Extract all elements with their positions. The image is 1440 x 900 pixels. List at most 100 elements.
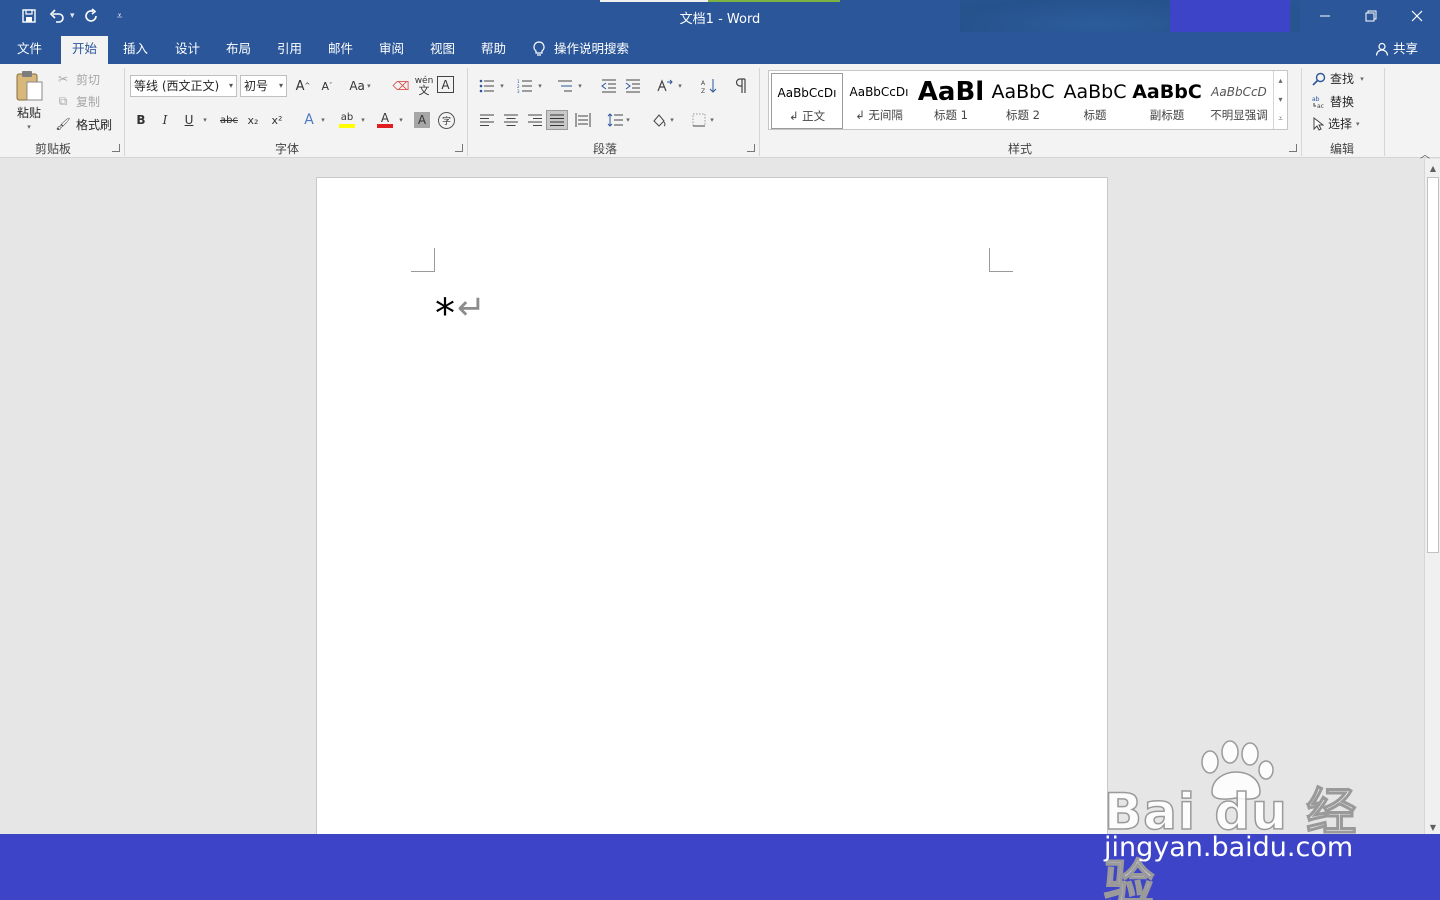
align-right-icon[interactable]: [524, 110, 546, 130]
style-title[interactable]: AaBbC 标题: [1059, 73, 1131, 129]
strikethrough-button[interactable]: abc: [218, 110, 240, 130]
cut-button[interactable]: ✂ 剪切: [54, 70, 100, 88]
tab-review[interactable]: 审阅: [368, 36, 415, 64]
multilevel-list-icon[interactable]: [554, 76, 576, 96]
tab-layout[interactable]: 布局: [215, 36, 262, 64]
align-left-icon[interactable]: [476, 110, 498, 130]
numbering-icon[interactable]: 123: [514, 76, 536, 96]
format-painter-button[interactable]: 🖌 格式刷: [54, 115, 112, 133]
styles-scroll: ▴ ▾ ⩡: [1273, 71, 1287, 129]
replace-button[interactable]: ab ac 替换: [1312, 93, 1354, 110]
clipboard-launcher-icon[interactable]: [112, 144, 120, 152]
find-dropdown-icon[interactable]: ▾: [1358, 75, 1364, 83]
share-button[interactable]: 共享: [1375, 36, 1418, 61]
distributed-icon[interactable]: [572, 110, 594, 130]
chevron-down-icon: ▾: [278, 81, 283, 90]
tab-mailings[interactable]: 邮件: [317, 36, 364, 64]
decrease-indent-icon[interactable]: [598, 76, 620, 96]
paragraph-mark-icon: ↵: [457, 288, 486, 328]
divider: [1384, 68, 1385, 156]
scroll-up-icon[interactable]: ▴: [1278, 76, 1282, 85]
minimize-button[interactable]: [1302, 0, 1348, 32]
paste-dropdown-icon[interactable]: ▾: [27, 123, 31, 131]
show-marks-icon[interactable]: [730, 76, 752, 96]
sort-icon[interactable]: AZ: [698, 76, 720, 96]
replace-icon: abac: [1312, 96, 1324, 109]
tab-references[interactable]: 引用: [266, 36, 313, 64]
change-case-button[interactable]: Aa ▾: [344, 76, 376, 96]
font-color-button[interactable]: A: [374, 110, 396, 130]
tab-help[interactable]: 帮助: [470, 36, 517, 64]
paragraph-launcher-icon[interactable]: [747, 144, 755, 152]
align-center-icon[interactable]: [500, 110, 522, 130]
justify-icon[interactable]: [546, 110, 568, 130]
shrink-font-button[interactable]: Aˇ: [316, 76, 338, 96]
style-subtitle[interactable]: AaBbC 副标题: [1131, 73, 1203, 129]
tell-me-search[interactable]: 操作说明搜索: [532, 36, 629, 61]
scroll-up-arrow-icon[interactable]: ▲: [1426, 161, 1440, 175]
superscript-button[interactable]: x²: [266, 110, 288, 130]
style-subtle-emphasis[interactable]: AaBbCcD 不明显强调: [1203, 73, 1275, 129]
chinese-layout-icon[interactable]: [654, 76, 676, 96]
subscript-button[interactable]: x₂: [242, 110, 264, 130]
text-effects-dropdown-icon[interactable]: ▾: [316, 110, 330, 130]
scroll-down-icon[interactable]: ▾: [1278, 95, 1282, 104]
paste-label: 粘贴: [16, 106, 41, 120]
bold-button[interactable]: B: [130, 110, 152, 130]
highlight-dropdown-icon[interactable]: ▾: [356, 110, 370, 130]
document-page[interactable]: * ↵: [316, 177, 1108, 857]
tab-design[interactable]: 设计: [164, 36, 211, 64]
clear-formatting-icon[interactable]: ⌫: [390, 76, 412, 96]
enclose-characters-button[interactable]: 字: [438, 112, 455, 129]
font-color-dropdown-icon[interactable]: ▾: [394, 110, 408, 130]
copy-button[interactable]: ⧉ 复制: [54, 92, 100, 110]
style-heading-2[interactable]: AaBbC 标题 2: [987, 73, 1059, 129]
multilevel-dropdown-icon[interactable]: ▾: [574, 76, 586, 96]
more-styles-icon[interactable]: ⩡: [1278, 114, 1283, 124]
select-dropdown-icon[interactable]: ▾: [1356, 120, 1360, 128]
bullets-icon[interactable]: [476, 76, 498, 96]
shading-dropdown-icon[interactable]: ▾: [666, 110, 678, 130]
italic-button[interactable]: I: [154, 110, 176, 130]
styles-launcher-icon[interactable]: [1289, 144, 1297, 152]
increase-indent-icon[interactable]: [622, 76, 644, 96]
scroll-down-arrow-icon[interactable]: ▼: [1426, 820, 1440, 834]
select-button[interactable]: 选择 ▾: [1312, 115, 1360, 132]
tab-view[interactable]: 视图: [419, 36, 466, 64]
phonetic-guide-button[interactable]: wén 文: [413, 76, 435, 97]
tab-file[interactable]: 文件: [6, 36, 53, 64]
search-icon: [1312, 72, 1326, 86]
tell-me-label: 操作说明搜索: [554, 41, 630, 56]
paste-button[interactable]: 粘贴 ▾: [14, 70, 44, 131]
numbering-dropdown-icon[interactable]: ▾: [534, 76, 546, 96]
character-border-button[interactable]: A: [437, 76, 454, 93]
underline-dropdown-icon[interactable]: ▾: [198, 110, 212, 130]
font-launcher-icon[interactable]: [455, 144, 463, 152]
highlight-swatch: [339, 124, 355, 128]
clipboard-icon: [16, 71, 43, 101]
font-name-select[interactable]: 等线 (西文正文) ▾: [130, 75, 237, 97]
font-size-select[interactable]: 初号 ▾: [240, 75, 287, 97]
document-body-text[interactable]: * ↵: [435, 288, 486, 338]
close-button[interactable]: [1394, 0, 1440, 32]
borders-dropdown-icon[interactable]: ▾: [706, 110, 718, 130]
vertical-scrollbar[interactable]: ▲ ▼: [1424, 159, 1440, 834]
scroll-thumb[interactable]: [1427, 177, 1439, 553]
style-no-spacing[interactable]: AaBbCcDı ↲ 无间隔: [843, 73, 915, 129]
svg-text:ac: ac: [1317, 103, 1324, 109]
underline-button[interactable]: U: [178, 110, 200, 130]
tab-home[interactable]: 开始: [61, 36, 109, 64]
bullets-dropdown-icon[interactable]: ▾: [496, 76, 508, 96]
scissors-icon: ✂: [57, 72, 69, 86]
restore-button[interactable]: [1348, 0, 1394, 32]
tab-insert[interactable]: 插入: [112, 36, 159, 64]
character-shading-button[interactable]: A: [414, 112, 430, 128]
style-normal[interactable]: AaBbCcDı ↲ 正文: [771, 73, 843, 129]
highlight-color-button[interactable]: ab: [336, 110, 358, 130]
chinese-layout-dropdown-icon[interactable]: ▾: [674, 76, 686, 96]
line-spacing-dropdown-icon[interactable]: ▾: [622, 110, 634, 130]
find-button[interactable]: 查找 ▾: [1312, 70, 1364, 87]
font-size-value: 初号: [244, 79, 269, 93]
grow-font-button[interactable]: A ^: [292, 76, 314, 96]
style-heading-1[interactable]: AaBl 标题 1: [915, 73, 987, 129]
